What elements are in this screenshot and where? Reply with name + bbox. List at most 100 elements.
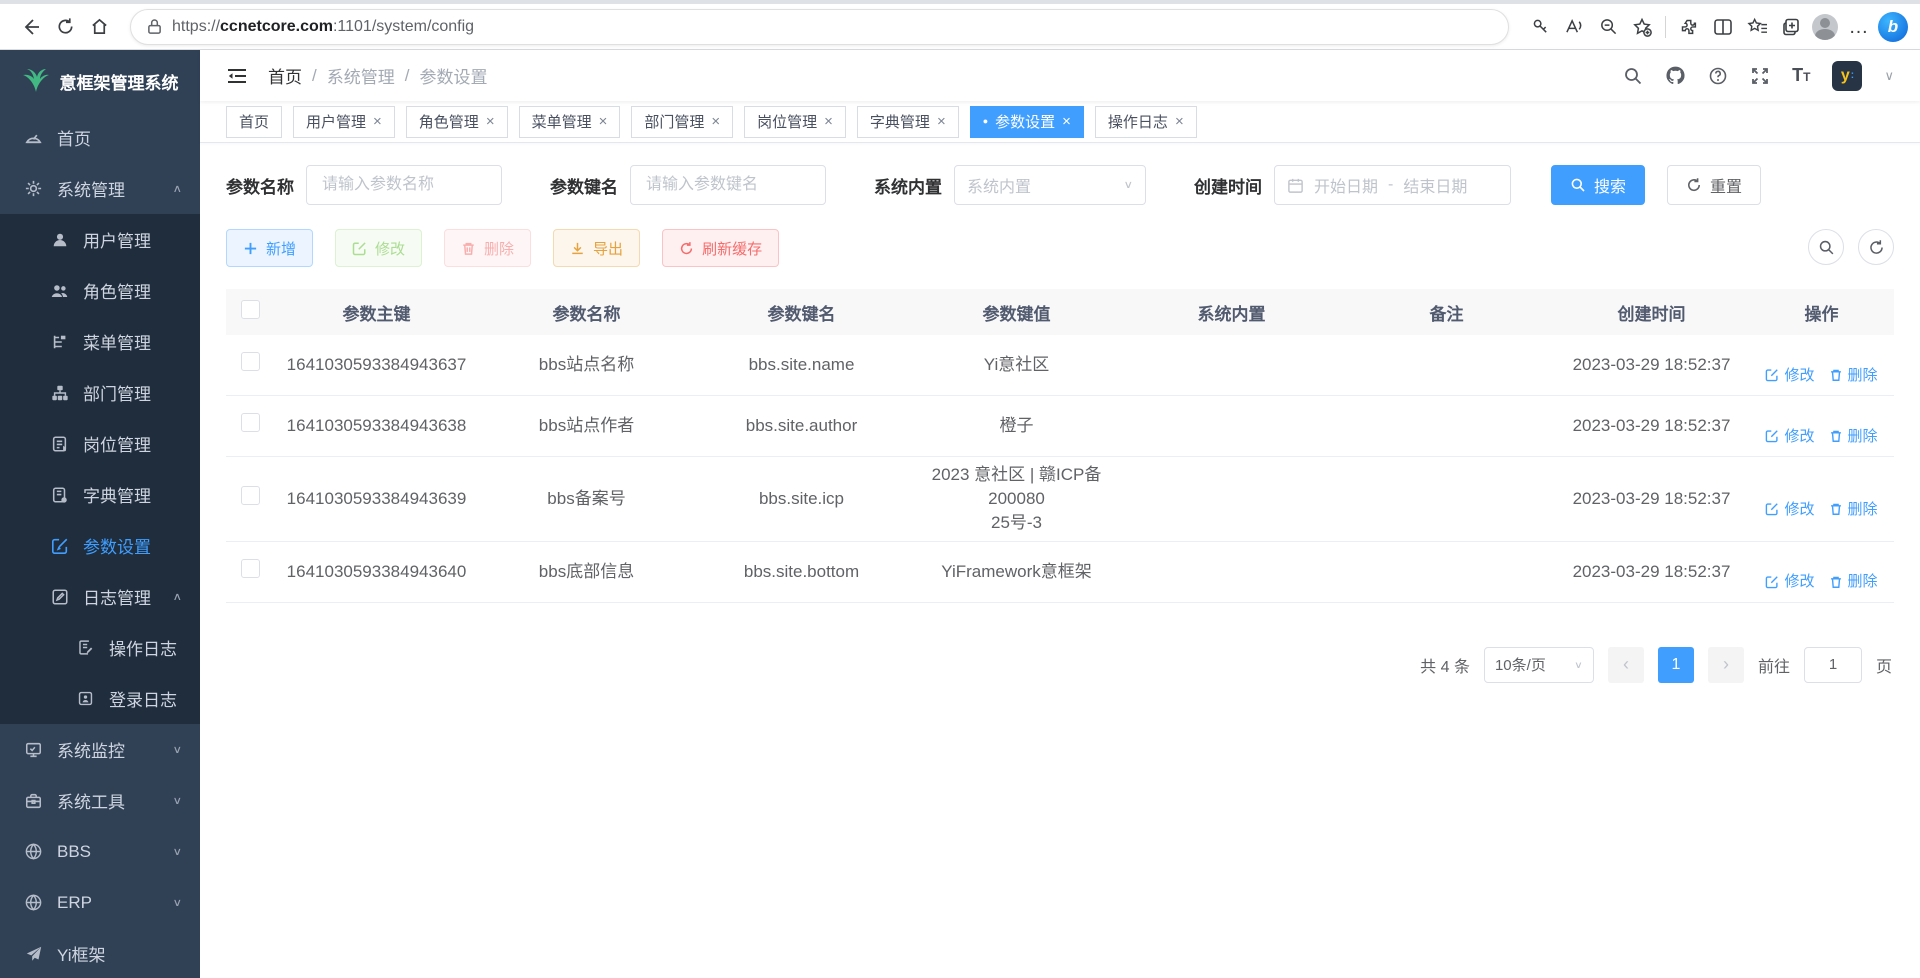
sidebar-item-yi-framework[interactable]: Yi框架	[0, 928, 200, 978]
sidebar-item-bbs[interactable]: BBS ∨	[0, 826, 200, 877]
sidebar-item-roles[interactable]: 角色管理	[0, 265, 200, 316]
row-checkbox[interactable]	[241, 352, 260, 371]
app-logo[interactable]: 意框架管理系统	[0, 50, 200, 112]
help-button[interactable]	[1708, 66, 1728, 86]
reset-button[interactable]: 重置	[1667, 165, 1761, 205]
filter-name-input[interactable]	[306, 165, 502, 205]
row-edit-button[interactable]: 修改	[1765, 426, 1814, 447]
close-icon[interactable]: ×	[1175, 113, 1184, 130]
breadcrumb-home[interactable]: 首页	[268, 63, 302, 88]
url-bar[interactable]: https://ccnetcore.com:1101/system/config	[130, 9, 1509, 45]
tab-operation-log[interactable]: 操作日志×	[1095, 106, 1197, 138]
row-delete-button[interactable]: 删除	[1829, 426, 1878, 447]
page-1-button[interactable]: 1	[1658, 647, 1694, 683]
row-checkbox[interactable]	[241, 559, 260, 578]
extensions-button[interactable]	[1672, 10, 1706, 44]
table-row[interactable]: 1641030593384943638 bbs站点作者 bbs.site.aut…	[226, 396, 1894, 457]
row-delete-button[interactable]: 删除	[1829, 365, 1878, 386]
collections-button[interactable]	[1774, 10, 1808, 44]
reload-button[interactable]	[48, 10, 82, 44]
tab-menus[interactable]: 菜单管理×	[519, 106, 621, 138]
prev-page-button[interactable]: ‹	[1608, 647, 1644, 683]
user-avatar[interactable]: y:	[1832, 61, 1862, 91]
row-edit-button[interactable]: 修改	[1765, 499, 1814, 520]
table-row[interactable]: 1641030593384943639 bbs备案号 bbs.site.icp …	[226, 457, 1894, 541]
header-search-button[interactable]	[1623, 66, 1643, 86]
sidebar-item-tools[interactable]: 系统工具 ∨	[0, 775, 200, 826]
sidebar-item-login-log[interactable]: 登录日志	[0, 673, 200, 724]
sidebar-item-users[interactable]: 用户管理	[0, 214, 200, 265]
back-icon	[21, 17, 41, 37]
add-button[interactable]: 新增	[226, 229, 313, 267]
close-icon[interactable]: ×	[373, 113, 382, 130]
tab-config-active[interactable]: ●参数设置×	[970, 106, 1084, 138]
sidebar-item-home[interactable]: 首页	[0, 112, 200, 163]
sidebar-item-monitor[interactable]: 系统监控 ∨	[0, 724, 200, 775]
close-icon[interactable]: ×	[937, 113, 946, 130]
refresh-table-button[interactable]	[1858, 229, 1894, 265]
sidebar-item-erp[interactable]: ERP ∨	[0, 877, 200, 928]
builtin-select[interactable]: 系统内置 ∨	[954, 165, 1146, 205]
browser-menu-button[interactable]: …	[1842, 10, 1876, 44]
fullscreen-button[interactable]	[1750, 66, 1770, 86]
pagination: 共 4 条 10条/页 ∨ ‹ 1 › 前往 页	[226, 647, 1894, 683]
row-checkbox[interactable]	[241, 413, 260, 432]
tab-departments[interactable]: 部门管理×	[631, 106, 733, 138]
sidebar-item-posts[interactable]: 岗位管理	[0, 418, 200, 469]
tab-posts[interactable]: 岗位管理×	[744, 106, 846, 138]
tab-roles[interactable]: 角色管理×	[406, 106, 508, 138]
favorites-button[interactable]	[1740, 10, 1774, 44]
copilot-button[interactable]: b	[1876, 10, 1910, 44]
filter-key-input[interactable]	[630, 165, 826, 205]
sidebar-item-label: Yi框架	[57, 941, 106, 966]
key-icon	[1531, 17, 1550, 36]
export-button[interactable]: 导出	[553, 229, 640, 267]
sidebar-item-dictionary[interactable]: 字典管理	[0, 469, 200, 520]
back-button[interactable]	[14, 10, 48, 44]
sidebar-item-system[interactable]: 系统管理 ∧	[0, 163, 200, 214]
row-edit-button[interactable]: 修改	[1765, 571, 1814, 592]
sidebar-item-menus[interactable]: 菜单管理	[0, 316, 200, 367]
tab-home[interactable]: 首页	[226, 106, 282, 138]
next-page-button[interactable]: ›	[1708, 647, 1744, 683]
close-icon[interactable]: ×	[486, 113, 495, 130]
read-aloud-button[interactable]	[1557, 10, 1591, 44]
close-icon[interactable]: ×	[711, 113, 720, 130]
favorite-star-button[interactable]	[1625, 10, 1659, 44]
zoom-out-button[interactable]	[1591, 10, 1625, 44]
delete-button[interactable]: 删除	[444, 229, 531, 267]
home-button[interactable]	[82, 10, 116, 44]
table-row[interactable]: 1641030593384943640 bbs底部信息 bbs.site.bot…	[226, 541, 1894, 602]
goto-page-input[interactable]	[1804, 647, 1862, 683]
avatar-caret[interactable]: ∨	[1884, 68, 1894, 84]
close-icon[interactable]: ×	[824, 113, 833, 130]
table-row[interactable]: 1641030593384943637 bbs站点名称 bbs.site.nam…	[226, 335, 1894, 396]
font-size-button[interactable]: TT	[1792, 65, 1810, 86]
github-button[interactable]	[1665, 65, 1686, 86]
profile-button[interactable]	[1808, 10, 1842, 44]
search-button[interactable]: 搜索	[1551, 165, 1645, 205]
toggle-search-button[interactable]	[1808, 229, 1844, 265]
close-icon[interactable]: ×	[599, 113, 608, 130]
sidebar-item-config[interactable]: 参数设置	[0, 520, 200, 571]
sidebar-item-departments[interactable]: 部门管理	[0, 367, 200, 418]
date-range-picker[interactable]: 开始日期 - 结束日期	[1274, 165, 1511, 205]
row-delete-button[interactable]: 删除	[1829, 499, 1878, 520]
select-all-checkbox[interactable]	[241, 300, 260, 319]
close-icon[interactable]: ×	[1062, 113, 1071, 130]
row-delete-button[interactable]: 删除	[1829, 571, 1878, 592]
row-checkbox[interactable]	[241, 486, 260, 505]
row-edit-button[interactable]: 修改	[1765, 365, 1814, 386]
refresh-cache-button[interactable]: 刷新缓存	[662, 229, 779, 267]
sidebar-item-operation-log[interactable]: 操作日志	[0, 622, 200, 673]
date-end-placeholder: 结束日期	[1403, 173, 1467, 197]
page-size-select[interactable]: 10条/页 ∨	[1484, 647, 1594, 683]
password-button[interactable]	[1523, 10, 1557, 44]
sidebar-item-logs[interactable]: 日志管理 ∧	[0, 571, 200, 622]
table-header-row: 参数主键 参数名称 参数键名 参数键值 系统内置 备注 创建时间 操作	[226, 289, 1894, 335]
tab-dictionary[interactable]: 字典管理×	[857, 106, 959, 138]
split-screen-button[interactable]	[1706, 10, 1740, 44]
edit-button[interactable]: 修改	[335, 229, 422, 267]
sidebar-collapse-button[interactable]	[226, 66, 248, 86]
tab-users[interactable]: 用户管理×	[293, 106, 395, 138]
